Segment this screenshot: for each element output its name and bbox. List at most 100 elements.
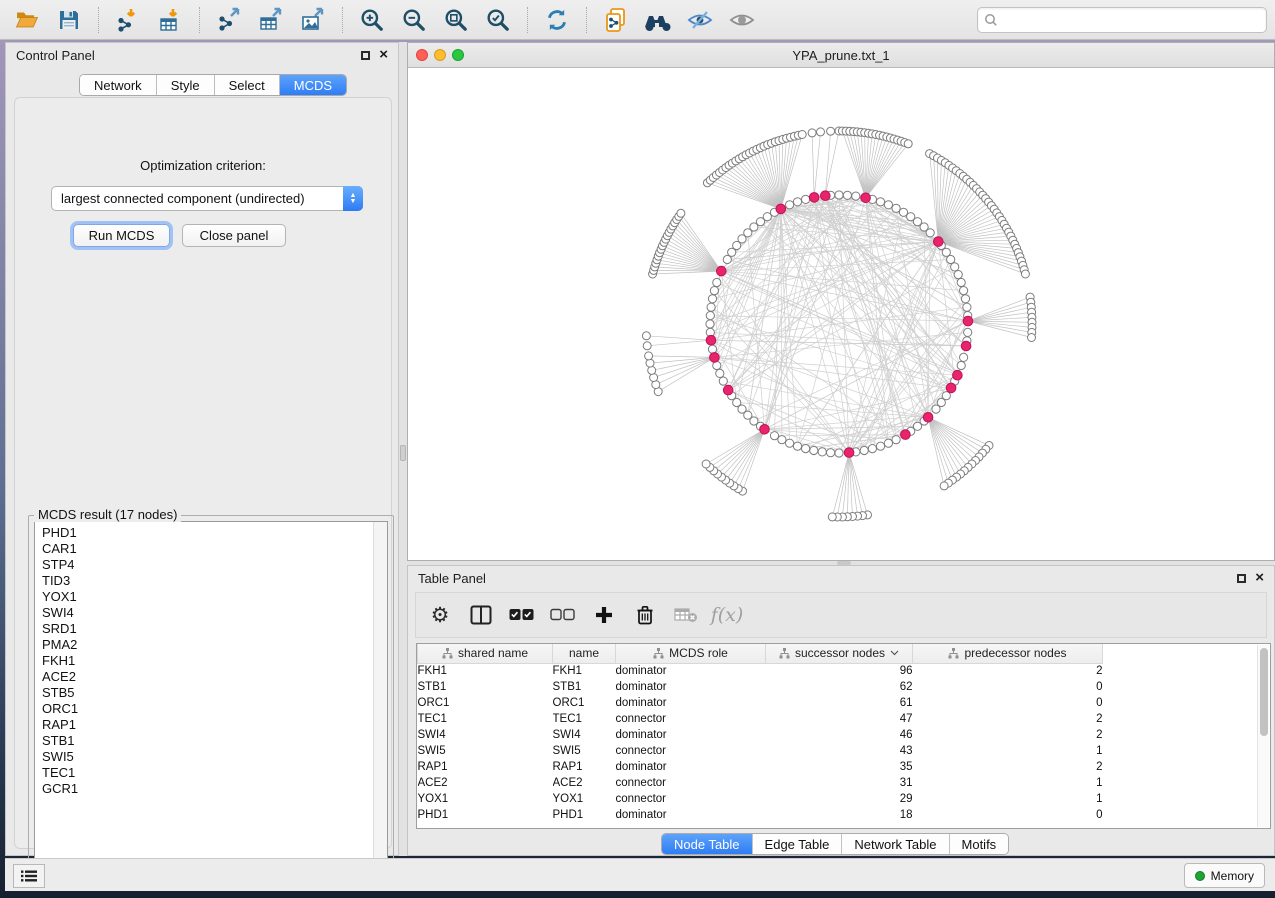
- mcds-result-item[interactable]: ORC1: [42, 701, 387, 717]
- table-row[interactable]: RAP1RAP1dominator352: [418, 759, 1103, 775]
- mcds-result-item[interactable]: STB5: [42, 685, 387, 701]
- zoom-in-button[interactable]: [353, 4, 391, 36]
- cell: PHD1: [418, 807, 553, 823]
- mcds-result-item[interactable]: STB1: [42, 733, 387, 749]
- binoculars-icon: [643, 8, 673, 32]
- float-panel-icon[interactable]: [361, 51, 370, 60]
- toolbar-separator: [342, 7, 343, 33]
- network-graph[interactable]: [408, 68, 1274, 560]
- select-all-rows-button[interactable]: [506, 599, 538, 631]
- show-all-button[interactable]: [723, 4, 761, 36]
- table-row[interactable]: TEC1TEC1connector472: [418, 711, 1103, 727]
- column-header-name[interactable]: name: [553, 644, 616, 663]
- close-panel-button[interactable]: Close panel: [182, 224, 286, 247]
- mcds-result-item[interactable]: YOX1: [42, 589, 387, 605]
- first-neighbors-button[interactable]: [639, 4, 677, 36]
- node-table[interactable]: shared namenameMCDS rolesuccessor nodesp…: [416, 643, 1271, 829]
- table-row[interactable]: PHD1PHD1dominator180: [418, 807, 1103, 823]
- add-column-button[interactable]: [588, 599, 620, 631]
- mcds-result-item[interactable]: RAP1: [42, 717, 387, 733]
- mcds-list-scrollbar[interactable]: [373, 522, 387, 880]
- memory-button[interactable]: Memory: [1184, 863, 1265, 888]
- column-type-icon: [779, 648, 790, 659]
- cell: dominator: [616, 807, 766, 823]
- zoom-fit-button[interactable]: [437, 4, 475, 36]
- column-header-predecessor-nodes[interactable]: predecessor nodes: [913, 644, 1103, 663]
- network-canvas[interactable]: [408, 68, 1274, 560]
- column-type-icon: [653, 648, 664, 659]
- tab-select[interactable]: Select: [215, 75, 280, 95]
- mcds-result-item[interactable]: ACE2: [42, 669, 387, 685]
- mcds-result-item[interactable]: SWI4: [42, 605, 387, 621]
- open-file-button[interactable]: [8, 4, 46, 36]
- mcds-result-item[interactable]: STP4: [42, 557, 387, 573]
- export-image-button[interactable]: [294, 4, 332, 36]
- table-row[interactable]: FKH1FKH1dominator962: [418, 663, 1103, 679]
- toolbar-separator: [586, 7, 587, 33]
- mcds-result-item[interactable]: SRD1: [42, 621, 387, 637]
- vertical-splitter[interactable]: [399, 42, 407, 856]
- tab-node-table[interactable]: Node Table: [662, 834, 753, 854]
- cell: YOX1: [418, 791, 553, 807]
- tab-edge-table[interactable]: Edge Table: [753, 834, 843, 854]
- tab-network[interactable]: Network: [80, 75, 157, 95]
- close-panel-icon[interactable]: ×: [1255, 573, 1264, 583]
- table-scrollbar[interactable]: [1257, 645, 1269, 827]
- table-row[interactable]: YOX1YOX1connector291: [418, 791, 1103, 807]
- mcds-result-item[interactable]: TID3: [42, 573, 387, 589]
- refresh-layout-button[interactable]: [538, 4, 576, 36]
- clone-network-button[interactable]: [597, 4, 635, 36]
- mcds-result-item[interactable]: CAR1: [42, 541, 387, 557]
- close-panel-icon[interactable]: ×: [379, 50, 388, 60]
- tab-mcds[interactable]: MCDS: [280, 75, 346, 95]
- hide-selected-button[interactable]: [681, 4, 719, 36]
- optimization-criterion-select[interactable]: largest connected component (undirected)…: [51, 186, 363, 211]
- table-row[interactable]: SWI5SWI5connector431: [418, 743, 1103, 759]
- deselect-all-rows-button[interactable]: [547, 599, 579, 631]
- cell: ORC1: [418, 695, 553, 711]
- control-panel-titlebar: Control Panel ×: [6, 43, 398, 67]
- column-header-shared-name[interactable]: shared name: [418, 644, 553, 663]
- mcds-result-item[interactable]: GCR1: [42, 781, 387, 797]
- cell: connector: [616, 743, 766, 759]
- delete-table-button[interactable]: [670, 599, 702, 631]
- splitter-handle[interactable]: [400, 445, 406, 461]
- function-builder-button[interactable]: f(x): [711, 599, 743, 631]
- export-table-button[interactable]: [252, 4, 290, 36]
- mcds-result-item[interactable]: PHD1: [42, 525, 387, 541]
- import-network-button[interactable]: [109, 4, 147, 36]
- column-header-successor-nodes[interactable]: successor nodes: [766, 644, 913, 663]
- export-network-button[interactable]: [210, 4, 248, 36]
- network-window-titlebar[interactable]: YPA_prune.txt_1: [408, 43, 1274, 68]
- table-row[interactable]: STB1STB1dominator620: [418, 679, 1103, 695]
- sort-indicator-icon: [890, 650, 899, 656]
- cell: dominator: [616, 679, 766, 695]
- zoom-out-button[interactable]: [395, 4, 433, 36]
- mcds-result-item[interactable]: TEC1: [42, 765, 387, 781]
- task-history-button[interactable]: [13, 864, 45, 888]
- table-row[interactable]: ORC1ORC1dominator610: [418, 695, 1103, 711]
- zoom-selected-button[interactable]: [479, 4, 517, 36]
- tab-network-table[interactable]: Network Table: [842, 834, 949, 854]
- float-panel-icon[interactable]: [1237, 574, 1246, 583]
- memory-label: Memory: [1211, 869, 1254, 883]
- show-column-panel-button[interactable]: [465, 599, 497, 631]
- mcds-result-item[interactable]: PMA2: [42, 637, 387, 653]
- cell: ACE2: [418, 775, 553, 791]
- mcds-result-item[interactable]: FKH1: [42, 653, 387, 669]
- table-row[interactable]: SWI4SWI4dominator462: [418, 727, 1103, 743]
- table-row[interactable]: ACE2ACE2connector311: [418, 775, 1103, 791]
- save-session-button[interactable]: [50, 4, 88, 36]
- import-table-button[interactable]: [151, 4, 189, 36]
- scrollbar-thumb[interactable]: [1260, 648, 1268, 736]
- cell: 35: [766, 759, 913, 775]
- tab-motifs[interactable]: Motifs: [950, 834, 1009, 854]
- table-options-button[interactable]: ⚙: [424, 599, 456, 631]
- delete-column-button[interactable]: [629, 599, 661, 631]
- run-mcds-button[interactable]: Run MCDS: [73, 224, 170, 247]
- tab-style[interactable]: Style: [157, 75, 215, 95]
- mcds-result-item[interactable]: SWI5: [42, 749, 387, 765]
- search-input[interactable]: [977, 7, 1267, 33]
- column-header-MCDS-role[interactable]: MCDS role: [616, 644, 766, 663]
- mcds-result-list[interactable]: PHD1CAR1STP4TID3YOX1SWI4SRD1PMA2FKH1ACE2…: [34, 521, 388, 881]
